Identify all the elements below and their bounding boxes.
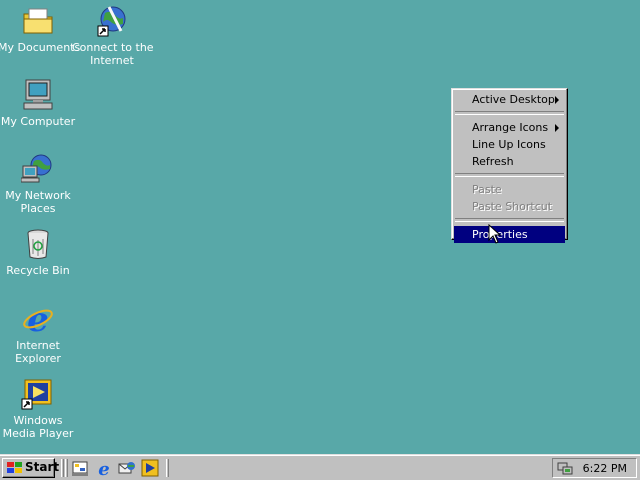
desktop-icon-label: My Computer <box>0 115 76 128</box>
desktop-icon-label: Internet <box>16 339 60 352</box>
toolbar-grip[interactable] <box>65 459 68 477</box>
internet-explorer-icon[interactable]: e <box>95 459 113 477</box>
desktop-icon-label: My Documents <box>0 41 81 54</box>
desktop-icon-connect-internet[interactable]: Connect to the Internet <box>72 4 154 67</box>
toolbar-grip[interactable] <box>166 459 169 477</box>
desktop-icon-label: My Network <box>5 189 71 202</box>
menu-separator <box>455 218 564 222</box>
system-tray: 6:22 PM <box>552 458 637 478</box>
menu-item-arrange-icons[interactable]: Arrange Icons <box>454 119 565 136</box>
desktop-icon-label: Windows <box>13 414 63 427</box>
desktop-icon-label: Connect to the <box>72 41 154 54</box>
submenu-arrow-icon <box>555 96 559 104</box>
svg-text:e: e <box>98 459 109 477</box>
menu-item-label: Line Up Icons <box>472 138 546 151</box>
start-button[interactable]: Start <box>2 458 59 478</box>
outlook-express-icon[interactable] <box>118 459 136 477</box>
menu-item-label: Refresh <box>472 155 514 168</box>
media-player-icon <box>21 379 52 410</box>
network-places-icon <box>21 154 52 183</box>
desktop-icon-recycle-bin[interactable]: Recycle Bin <box>0 227 78 277</box>
menu-item-active-desktop[interactable]: Active Desktop <box>454 91 565 108</box>
menu-item-label: Active Desktop <box>472 93 555 106</box>
desktop-icon-label-line2: Internet <box>90 54 134 67</box>
menu-separator <box>455 173 564 177</box>
internet-explorer-icon: e <box>23 302 53 336</box>
desktop-icon-label-line2: Places <box>20 202 56 215</box>
desktop-icon-label-line2: Explorer <box>15 352 61 365</box>
mouse-cursor-icon <box>488 224 502 244</box>
desktop-icon-media-player[interactable]: Windows Media Player <box>0 377 78 440</box>
menu-item-paste-shortcut: Paste Shortcut <box>454 198 565 215</box>
desktop-icon-label-line2: Media Player <box>2 427 74 440</box>
network-connection-icon[interactable] <box>557 460 573 476</box>
my-computer-icon <box>23 79 53 110</box>
desktop-icon-internet-explorer[interactable]: e Internet Explorer <box>0 302 78 365</box>
desktop-icon-my-documents[interactable]: My Documents <box>0 4 81 54</box>
desktop-context-menu: Active Desktop Arrange Icons Line Up Ico… <box>451 88 568 243</box>
taskbar: Start e 6:22 PM <box>0 454 640 480</box>
recycle-bin-icon <box>27 229 49 259</box>
submenu-arrow-icon <box>555 124 559 132</box>
desktop[interactable]: My Documents Connect to the Internet My … <box>0 0 640 454</box>
menu-item-label: Paste Shortcut <box>472 200 553 213</box>
desktop-icon-label: Recycle Bin <box>6 264 70 277</box>
connect-internet-icon <box>97 6 126 37</box>
menu-item-properties[interactable]: Properties <box>454 226 565 243</box>
clock[interactable]: 6:22 PM <box>583 462 627 475</box>
menu-item-label: Arrange Icons <box>472 121 549 134</box>
start-label: Start <box>25 460 60 474</box>
windows-logo-icon <box>7 462 22 473</box>
menu-item-refresh[interactable]: Refresh <box>454 153 565 170</box>
svg-text:e: e <box>27 302 49 336</box>
show-desktop-icon[interactable] <box>71 459 89 477</box>
desktop-icon-network-places[interactable]: My Network Places <box>0 152 78 215</box>
menu-item-line-up-icons[interactable]: Line Up Icons <box>454 136 565 153</box>
my-documents-icon <box>23 8 53 34</box>
menu-item-label: Paste <box>472 183 502 196</box>
media-player-icon[interactable] <box>141 459 159 477</box>
menu-separator <box>455 111 564 115</box>
toolbar-grip[interactable] <box>61 459 64 477</box>
desktop-icon-my-computer[interactable]: My Computer <box>0 78 78 128</box>
menu-item-paste: Paste <box>454 181 565 198</box>
